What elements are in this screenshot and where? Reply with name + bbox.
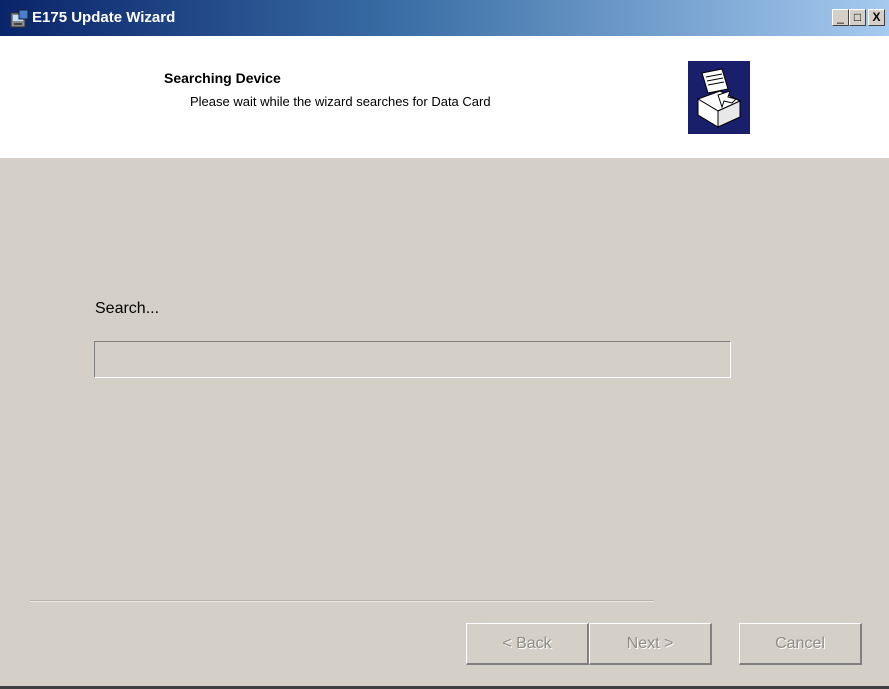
- close-button[interactable]: X: [868, 9, 885, 26]
- title-bar[interactable]: E175 Update Wizard _ □ X: [0, 0, 889, 36]
- wizard-window: E175 Update Wizard _ □ X Searching Devic…: [0, 0, 889, 689]
- title-buttons: _ □ X: [832, 9, 885, 26]
- page-subtitle: Please wait while the wizard searches fo…: [190, 94, 491, 109]
- wizard-header: Searching Device Please wait while the w…: [0, 36, 889, 158]
- maximize-button[interactable]: □: [849, 9, 866, 26]
- minimize-button[interactable]: _: [832, 9, 849, 26]
- app-icon: [10, 9, 29, 28]
- window-title: E175 Update Wizard: [32, 9, 176, 26]
- button-divider: [30, 600, 654, 602]
- back-button[interactable]: < Back: [466, 623, 589, 665]
- next-button[interactable]: Next >: [589, 623, 712, 665]
- installer-box-icon: [688, 61, 750, 134]
- search-status-label: Search...: [95, 300, 160, 317]
- search-progress-bar: [94, 341, 731, 378]
- cancel-button[interactable]: Cancel: [739, 623, 862, 665]
- page-title: Searching Device: [164, 70, 281, 86]
